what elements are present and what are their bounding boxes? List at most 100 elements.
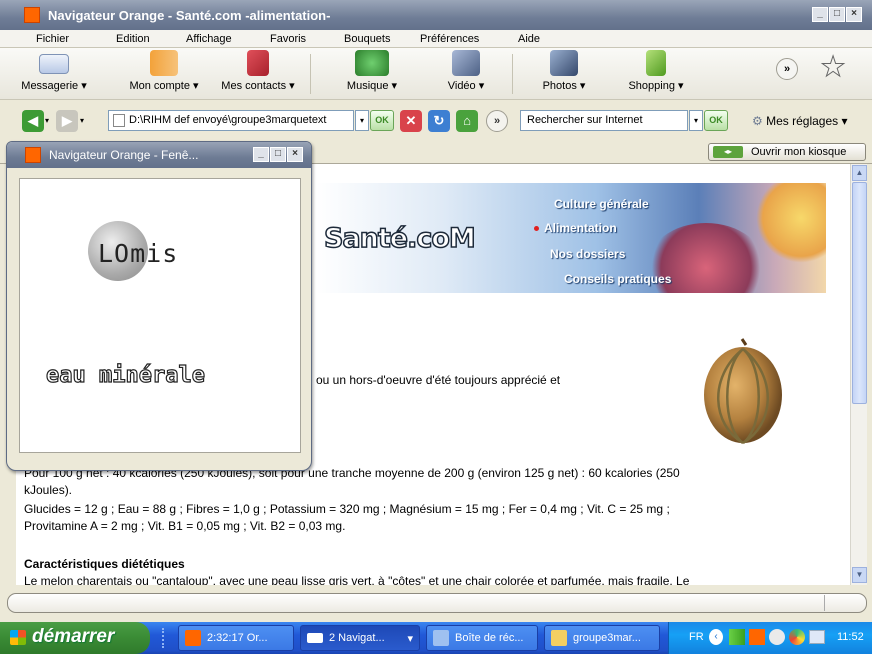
signal-icon[interactable] [729, 629, 745, 645]
menu-affichage[interactable]: Affichage [186, 33, 232, 45]
star-icon: ★ [820, 51, 846, 82]
back-button[interactable]: ◀ [22, 110, 44, 132]
dietary-text: Le melon charentais ou "cantaloup", avec… [24, 574, 690, 585]
kiosk-button[interactable]: ◂▸ Ouvrir mon kiosque [708, 143, 866, 161]
menu-bar: Fichier Edition Affichage Favoris Bouque… [0, 30, 872, 48]
menu-fichier[interactable]: Fichier [36, 33, 69, 45]
fruit-image [756, 183, 826, 263]
orange-tray-icon[interactable] [749, 629, 765, 645]
forward-arrow-icon: ▶ [62, 113, 72, 128]
orange-logo-icon [25, 147, 41, 163]
toolbar-separator [512, 54, 513, 94]
start-label: démarrer [32, 626, 115, 647]
music-icon [355, 50, 389, 76]
popup-ad-content[interactable]: LOmis eau minérale [19, 178, 301, 453]
search-input[interactable]: Rechercher sur Internet [520, 110, 688, 131]
back-arrow-icon: ◀ [28, 113, 38, 128]
banner-link-culture[interactable]: Culture générale [554, 197, 649, 211]
window-controls: _ □ × [812, 7, 862, 22]
clock[interactable]: 11:52 [837, 631, 864, 643]
video-button[interactable]: Vidéo ▾ [430, 50, 502, 92]
task-inbox[interactable]: Boîte de réc... [426, 625, 538, 651]
task-navigateur[interactable]: 2 Navigat... ▾ [300, 625, 420, 651]
vertical-scrollbar[interactable]: ▲ ▼ [850, 164, 867, 585]
close-button[interactable]: × [846, 7, 862, 22]
minimize-button[interactable]: _ [812, 7, 828, 22]
menu-preferences[interactable]: Préférences [420, 33, 479, 45]
address-bar[interactable]: D:\RIHM def envoyé\groupe3marquetext [108, 110, 354, 131]
start-button[interactable]: démarrer [0, 622, 150, 654]
mes-contacts-button[interactable]: Mes contacts ▾ [210, 50, 306, 92]
favorites-star-button[interactable]: ★ [818, 51, 848, 82]
forward-button[interactable]: ▶ [56, 110, 78, 132]
banner-link-conseils[interactable]: Conseils pratiques [564, 272, 671, 286]
display-icon[interactable] [809, 630, 825, 644]
popup-title-bar[interactable]: Navigateur Orange - Fenê... _ □ × [7, 142, 311, 168]
group-dropdown-icon: ▾ [407, 633, 413, 645]
windows-flag-icon [10, 630, 26, 645]
search-ok-button[interactable]: OK [704, 110, 728, 131]
title-bar[interactable]: Navigateur Orange - Santé.com -alimentat… [0, 0, 872, 30]
scroll-down-button[interactable]: ▼ [852, 567, 867, 583]
tray-expand-icon[interactable]: ‹ [709, 629, 723, 645]
banner-link-alimentation[interactable]: Alimentation [544, 221, 617, 235]
nutrients-line-2: Provitamine A = 2 mg ; Vit. B1 = 0,05 mg… [24, 519, 346, 533]
task-orange[interactable]: 2:32:17 Or... [178, 625, 294, 651]
address-dropdown[interactable]: ▾ [355, 110, 369, 131]
video-camera-icon [452, 50, 480, 76]
mail-task-icon [433, 630, 449, 646]
forward-history-dropdown[interactable]: ▾ [80, 116, 84, 125]
task-label: groupe3mar... [573, 632, 641, 644]
taskbar: démarrer 2:32:17 Or... 2 Navigat... ▾ Bo… [0, 622, 872, 654]
refresh-button[interactable]: ↻ [428, 110, 450, 132]
security-icon[interactable] [789, 629, 805, 645]
window-title: Navigateur Orange - Santé.com -alimentat… [48, 8, 331, 23]
envelope-icon [39, 54, 69, 74]
musique-button[interactable]: Musique ▾ [332, 50, 412, 92]
scroll-thumb[interactable] [852, 182, 867, 404]
messagerie-label: Messagerie [21, 80, 79, 92]
status-bar [7, 593, 867, 613]
address-text: D:\RIHM def envoyé\groupe3marquetext [129, 114, 327, 126]
task-folder[interactable]: groupe3mar... [544, 625, 660, 651]
home-button[interactable]: ⌂ [456, 110, 478, 132]
menu-bouquets[interactable]: Bouquets [344, 33, 390, 45]
shopping-button[interactable]: Shopping ▾ [616, 50, 696, 92]
stop-button[interactable]: ✕ [400, 110, 422, 132]
camera-icon [550, 50, 578, 76]
orange-logo-icon [24, 7, 40, 23]
folder-task-icon [551, 630, 567, 646]
back-history-dropdown[interactable]: ▾ [45, 116, 49, 125]
popup-window: Navigateur Orange - Fenê... _ □ × LOmis … [6, 141, 312, 471]
popup-close-button[interactable]: × [287, 147, 303, 162]
mon-compte-label: Mon compte [129, 80, 190, 92]
resize-grip[interactable] [824, 595, 856, 611]
search-dropdown[interactable]: ▾ [689, 110, 703, 131]
mon-compte-button[interactable]: Mon compte ▾ [118, 50, 210, 92]
messagerie-button[interactable]: Messagerie ▾ [4, 50, 104, 92]
popup-maximize-button[interactable]: □ [270, 147, 286, 162]
menu-edition[interactable]: Edition [116, 33, 150, 45]
scroll-up-button[interactable]: ▲ [852, 165, 867, 181]
popup-minimize-button[interactable]: _ [253, 147, 269, 162]
menu-favoris[interactable]: Favoris [270, 33, 306, 45]
photos-button[interactable]: Photos ▾ [528, 50, 600, 92]
kiosk-icon: ◂▸ [713, 146, 743, 158]
menu-aide[interactable]: Aide [518, 33, 540, 45]
task-label: 2:32:17 Or... [207, 632, 268, 644]
address-ok-button[interactable]: OK [370, 110, 394, 131]
banner-link-dossiers[interactable]: Nos dossiers [550, 247, 625, 261]
toolbar-separator [310, 54, 311, 94]
sante-logo: Santé.coM [323, 222, 476, 255]
language-indicator[interactable]: FR [689, 631, 704, 643]
window-task-icon [307, 633, 323, 643]
orange-task-icon [185, 630, 201, 646]
services-toolbar: Messagerie ▾ Mon compte ▾ Mes contacts ▾… [0, 48, 872, 100]
more-services-button[interactable]: » [776, 58, 798, 80]
more-nav-button[interactable]: » [486, 110, 508, 132]
network-icon[interactable] [769, 629, 785, 645]
refresh-icon: ↻ [433, 113, 445, 128]
settings-button[interactable]: ⚙ Mes réglages ▾ [752, 114, 848, 128]
maximize-button[interactable]: □ [829, 7, 845, 22]
account-icon [150, 50, 178, 76]
